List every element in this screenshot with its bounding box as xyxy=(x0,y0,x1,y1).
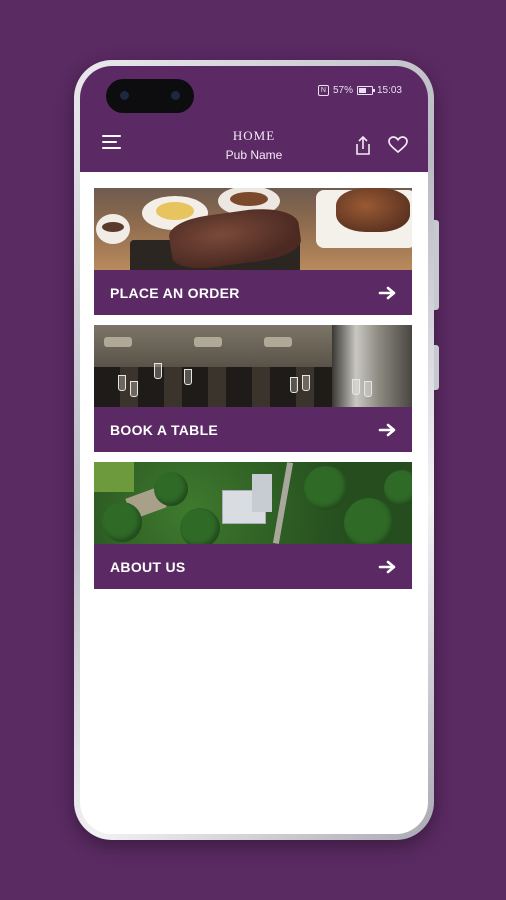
pub-name: Pub Name xyxy=(225,148,283,162)
heart-icon[interactable] xyxy=(388,136,408,159)
about-us-label: ABOUT US xyxy=(110,558,186,575)
restaurant-interior-photo xyxy=(94,325,412,407)
about-us-card[interactable]: ABOUT US xyxy=(94,462,412,589)
place-order-card[interactable]: PLACE AN ORDER xyxy=(94,188,412,315)
app-screen: N 57% 15:03 HOME Pub Name PLACE AN ORDER… xyxy=(80,66,428,834)
page-title: HOME xyxy=(232,128,276,143)
book-table-button[interactable]: BOOK A TABLE xyxy=(94,407,412,452)
aerial-estate-photo xyxy=(94,462,412,544)
steak-dinner-photo xyxy=(94,188,412,270)
header-titles: HOME Pub Name xyxy=(80,128,428,162)
battery-icon xyxy=(356,86,375,95)
arrow-right-icon xyxy=(378,560,396,573)
book-table-label: BOOK A TABLE xyxy=(110,421,219,438)
front-camera xyxy=(106,79,194,113)
power-button xyxy=(434,345,439,390)
battery-percent: 57% xyxy=(332,85,353,96)
menu-cards: PLACE AN ORDER BOOK A TABLE ABOUT US xyxy=(94,188,412,599)
place-order-button[interactable]: PLACE AN ORDER xyxy=(94,270,412,315)
share-icon[interactable] xyxy=(354,135,372,161)
book-table-card[interactable]: BOOK A TABLE xyxy=(94,325,412,452)
arrow-right-icon xyxy=(378,423,396,436)
app-header: N 57% 15:03 HOME Pub Name xyxy=(80,66,428,172)
status-bar: N 57% 15:03 xyxy=(317,85,402,96)
status-time: 15:03 xyxy=(376,85,402,96)
about-us-button[interactable]: ABOUT US xyxy=(94,544,412,589)
volume-button xyxy=(434,220,439,310)
nfc-icon: N xyxy=(317,85,329,96)
phone-frame: N 57% 15:03 HOME Pub Name PLACE AN ORDER… xyxy=(74,60,439,840)
arrow-right-icon xyxy=(378,286,396,299)
place-order-label: PLACE AN ORDER xyxy=(110,284,240,301)
